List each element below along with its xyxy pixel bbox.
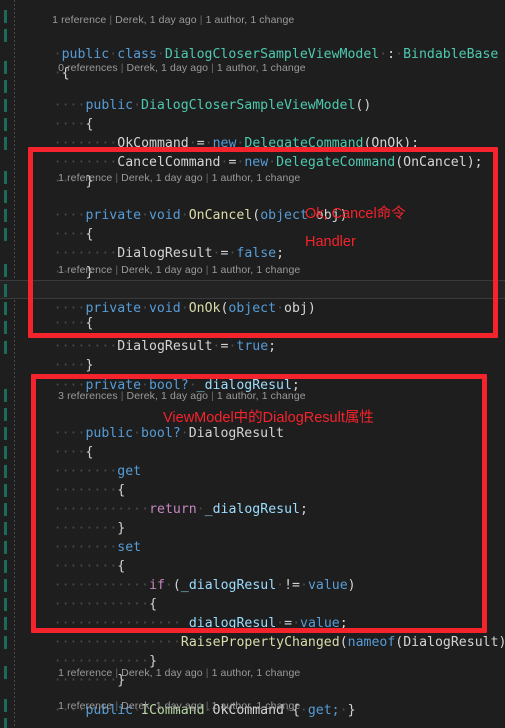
line-ctor-open-brace[interactable]: ····{: [0, 77, 505, 132]
line-field-declaration[interactable]: ····private·bool?·_dialogResul;: [0, 338, 505, 393]
line-oncancel-body[interactable]: ········DialogResult·=·false;: [0, 206, 505, 261]
change-bar: [4, 389, 7, 402]
change-bar: [4, 264, 7, 277]
line-oncancel-open-brace[interactable]: ····{: [0, 187, 505, 242]
line-oncancel-close-brace[interactable]: ····}: [0, 225, 505, 280]
change-bar: [4, 284, 7, 297]
change-bar: [4, 446, 7, 459]
change-bar: [4, 522, 7, 535]
line-setter-open-brace[interactable]: ········{: [0, 519, 505, 574]
codelens-onok[interactable]: 1 reference | Derek, 1 day ago | 1 author, 1…: [0, 245, 505, 276]
line-getter-keyword[interactable]: ········get: [0, 424, 505, 479]
line-raise-property-changed[interactable]: ················RaisePropertyChanged(nam…: [0, 595, 505, 650]
change-bar: [4, 541, 7, 554]
change-bar: [4, 427, 7, 440]
line-setter-if[interactable]: ············if·(_dialogResul·!=·value): [0, 538, 505, 593]
change-bar: [4, 598, 7, 611]
change-bar: [4, 341, 7, 354]
change-bar: [4, 579, 7, 592]
line-onok-open-brace-current[interactable]: ····{: [0, 280, 505, 331]
change-bar: [4, 209, 7, 222]
line-onok-signature[interactable]: ····private·void·OnOk(object·obj): [0, 261, 505, 316]
line-property-open-brace[interactable]: ····{: [0, 405, 505, 460]
change-bar: [4, 465, 7, 478]
line-onok-body[interactable]: ········DialogResult·=·true;: [0, 299, 505, 354]
line-setter-keyword[interactable]: ········set: [0, 500, 505, 555]
line-oncancel-signature[interactable]: ····private·void·OnCancel(object·obj): [0, 168, 505, 223]
line-class-close-brace[interactable]: ·}: [0, 715, 505, 728]
change-bar: [4, 408, 7, 421]
change-bar: [4, 484, 7, 497]
line-if-close-brace[interactable]: ············}: [0, 614, 505, 669]
line-class-declaration[interactable]: ·public·class·DialogCloserSampleViewMode…: [0, 7, 505, 62]
change-bar: [4, 29, 7, 42]
line-assign-okcommand[interactable]: ········OkCommand·=·new·DelegateCommand(…: [0, 96, 505, 151]
line-okcommand-property[interactable]: ····public·ICommand·OkCommand·{·get;·}: [0, 663, 505, 718]
change-bar: [4, 10, 7, 23]
line-if-open-brace[interactable]: ············{: [0, 557, 505, 612]
line-field-assign[interactable]: ················_dialogResul·=·value;: [0, 576, 505, 631]
change-bar: [4, 302, 7, 315]
change-bar: [4, 61, 7, 74]
line-assign-cancelcommand[interactable]: ········CancelCommand·=·new·DelegateComm…: [0, 115, 505, 170]
change-bar: [4, 137, 7, 150]
line-ctor-signature[interactable]: ····public·DialogCloserSampleViewModel(): [0, 58, 505, 113]
change-bar: [4, 503, 7, 516]
change-bar: [4, 718, 7, 728]
change-bar: [4, 321, 7, 334]
change-bar: [4, 699, 7, 712]
code-editor-screenshot: 1 reference | Derek, 1 day ago | 1 author, 1…: [0, 0, 505, 728]
line-onok-close-brace[interactable]: ····}: [0, 318, 505, 373]
line-getter-close-brace[interactable]: ········}: [0, 481, 505, 536]
change-bar: [4, 80, 7, 93]
line-cancelcommand-property[interactable]: ····public·ICommand·CancelCommand·{·get;…: [0, 696, 505, 715]
line-getter-open-brace[interactable]: ········{: [0, 443, 505, 498]
change-bar: [4, 171, 7, 184]
change-bar: [4, 190, 7, 203]
line-ctor-close-brace[interactable]: ····}: [0, 134, 505, 189]
change-bar: [4, 617, 7, 630]
change-bar: [4, 228, 7, 241]
line-getter-return[interactable]: ············return·_dialogResul;: [0, 462, 505, 517]
change-bar: [4, 99, 7, 112]
line-property-signature[interactable]: ····public·bool?·DialogResult: [0, 386, 505, 441]
change-bar: [4, 560, 7, 573]
code-surface[interactable]: 1 reference | Derek, 1 day ago | 1 author, 1…: [0, 0, 505, 728]
change-bar: [4, 666, 7, 679]
change-bar: [4, 118, 7, 131]
